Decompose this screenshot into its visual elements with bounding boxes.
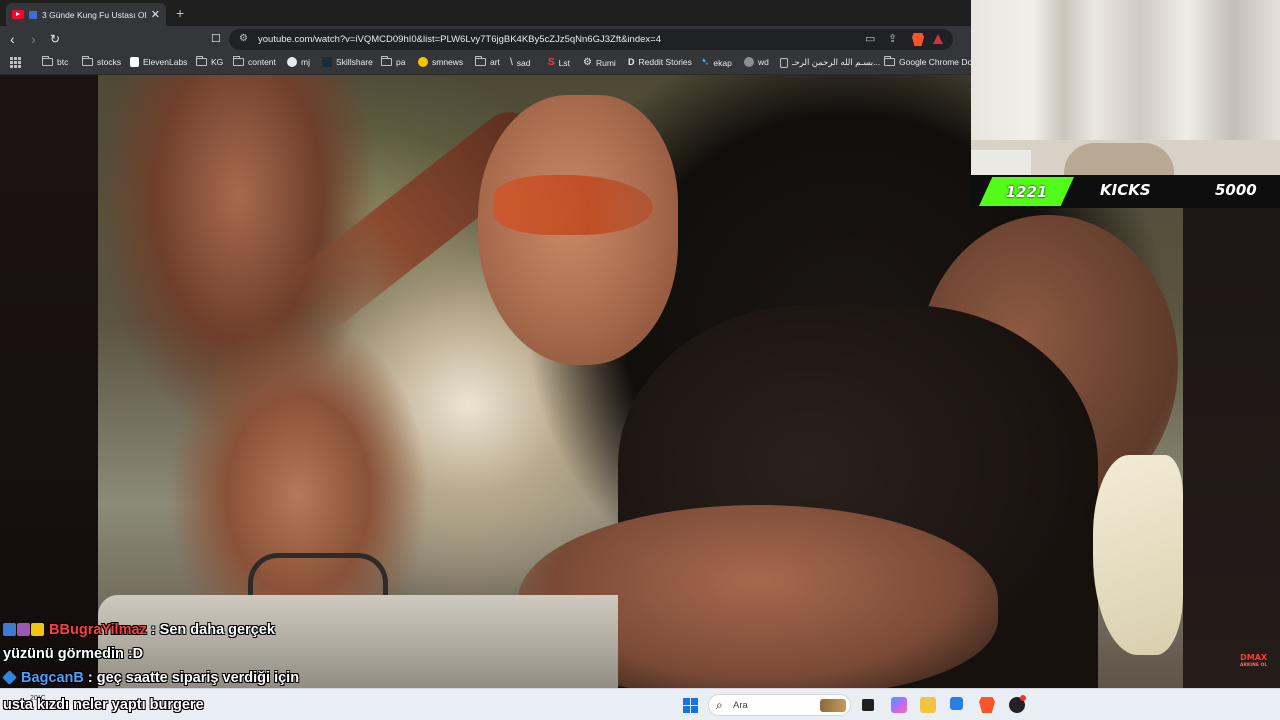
bookmark-item[interactable]: ⚙ Rumi [583,57,616,68]
food-image [1093,455,1183,655]
chat-message: BagcanB : geç saatte sipariş verdiği içi… [2,666,333,690]
bookmark-item[interactable]: D Reddit Stories [628,57,692,67]
search-highlight-image [820,699,846,712]
logo-subtext: ARKINE OL [1240,663,1268,668]
bookmarks-bar: btc stocks ElevenLabs KG content mj Skil… [0,53,979,75]
smiley-icon [418,57,428,67]
new-tab-button[interactable]: + [176,5,184,21]
stream-left-strip [0,75,98,688]
bookmark-item[interactable]: بسـم الله الرحمن الرحـ... [780,57,880,68]
search-icon: ⌕ [716,698,723,712]
kicks-count: 1221 [1005,182,1048,201]
globe-icon [744,57,754,67]
d-icon: D [628,57,635,67]
file-explorer-icon[interactable] [920,697,936,713]
apps-grid-icon[interactable] [10,57,21,68]
chat-username: BagcanB [21,670,84,686]
bookmark-item[interactable]: art [475,56,500,67]
screen: 3 Günde Kung Fu Ustası Olma ✕ + ‹ › ↻ ☐ … [0,0,1280,720]
forward-icon[interactable]: › [31,31,36,47]
bookmark-item[interactable]: \ sad [510,57,531,68]
browser-toolbar: ‹ › ↻ ☐ ⚙ youtube.com/watch?v=iVQMCD09hI… [0,26,971,53]
webcam-feed [971,0,1280,175]
bookmark-item[interactable]: wd [744,57,769,67]
taskbar-search[interactable]: ⌕ Ara [708,694,851,716]
gear-icon: ⚙ [583,57,592,68]
reload-icon[interactable]: ↻ [50,31,60,47]
bookmark-item[interactable]: stocks [82,56,121,67]
channel-logo: DMAX ARKINE OL [1240,654,1267,670]
tab-strip: 3 Günde Kung Fu Ustası Olma ✕ + [0,0,971,26]
url-text[interactable]: youtube.com/watch?v=iVQMCD09hI0&list=PLW… [258,34,661,45]
address-bar[interactable]: ⚙ youtube.com/watch?v=iVQMCD09hI0&list=P… [229,29,953,50]
bookmark-item[interactable]: smnews [418,57,463,67]
chat-overlay: BBugraYilmaz : Sen daha gerçek yüzünü gö… [2,618,333,690]
youtube-icon [12,10,24,19]
bookmark-item[interactable]: ➷ ekap [701,57,732,68]
folder-icon [196,56,207,66]
webcam-stand [971,150,1031,175]
tab-title: 3 Günde Kung Fu Ustası Olma [42,9,146,20]
s-icon: S [548,57,555,68]
bird-icon: ➷ [701,57,710,68]
brave-rewards-icon[interactable] [933,34,943,44]
kicks-goal: 5000 [1215,181,1257,199]
folder-icon [884,56,895,66]
chat-text-continued: usta kızdı neler yaptı burgere [3,697,204,713]
skillshare-icon [322,57,332,67]
tab-group-icon [29,10,37,19]
bookmark-item[interactable]: content [233,56,276,67]
bookmark-item[interactable]: Skillshare [322,57,373,67]
copilot-icon[interactable] [891,697,907,713]
badge-icon [3,623,16,636]
github-icon [287,57,297,67]
logo-text: DMAX [1240,653,1268,662]
bookmark-item[interactable]: ElevenLabs [130,57,187,67]
page-icon [780,57,788,68]
back-icon[interactable]: ‹ [10,31,15,47]
elevenlabs-icon [130,57,139,67]
stream-right-strip [1183,208,1280,688]
snipping-tool-icon[interactable] [950,697,963,710]
bookmark-item[interactable]: Google Chrome Do... [884,56,979,67]
bookmark-item[interactable]: btc [42,56,68,67]
search-placeholder: Ara [733,700,748,711]
active-tab[interactable]: 3 Günde Kung Fu Ustası Olma ✕ [6,3,166,26]
diamond-badge-icon [2,670,17,685]
chat-message: BBugraYilmaz : Sen daha gerçek [3,618,333,642]
brave-browser-icon[interactable] [979,697,995,713]
share-icon[interactable]: ⇪ [888,32,897,45]
kicks-label: KICKS [1100,181,1151,199]
notification-dot [1020,695,1026,701]
bookmark-item[interactable]: S Lst [548,57,570,68]
task-view-icon[interactable] [862,699,874,711]
slash-icon: \ [510,57,513,68]
close-icon[interactable]: ✕ [151,8,160,21]
chat-text: : Sen daha gerçek [150,622,275,638]
folder-icon [42,56,53,66]
webcam-chair [1064,143,1174,175]
chat-text-continued: yüzünü görmedin :D [3,646,144,662]
folder-icon [381,56,392,66]
cast-icon[interactable]: ▭ [865,32,875,45]
bookmark-item[interactable]: KG [196,56,223,67]
badge-icon [17,623,30,636]
site-info-icon[interactable]: ⚙ [239,33,248,44]
kicks-goal-bar: 1221 KICKS 5000 [971,175,1280,208]
bookmark-icon[interactable]: ☐ [211,31,221,47]
start-icon[interactable] [683,698,698,713]
crown-icon [31,623,44,636]
folder-icon [475,56,486,66]
brave-shields-icon[interactable] [912,33,924,46]
folder-icon [233,56,244,66]
bookmark-item[interactable]: pa [381,56,405,67]
chat-text: : geç saatte sipariş verdiği için [87,670,300,686]
folder-icon [82,56,93,66]
kicks-count-badge: 1221 [979,177,1074,206]
chat-username: BBugraYilmaz [49,622,147,638]
bookmark-item[interactable]: mj [287,57,310,67]
